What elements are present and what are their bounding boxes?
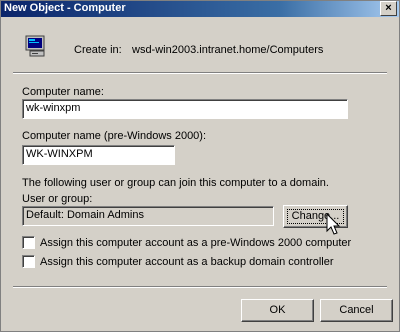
cancel-button[interactable]: Cancel (320, 299, 393, 322)
bdc-checkbox-label[interactable]: Assign this computer account as a backup… (40, 256, 334, 268)
mouse-cursor-icon (326, 213, 341, 235)
join-note: The following user or group can join thi… (22, 177, 329, 189)
user-group-label: User or group: (22, 193, 93, 205)
user-group-field: Default: Domain Admins (22, 206, 274, 226)
bdc-checkbox[interactable] (22, 255, 35, 268)
computer-icon (25, 35, 45, 57)
footer-divider (13, 286, 387, 288)
create-in-label: Create in: (74, 44, 122, 56)
title-bar[interactable]: New Object - Computer × (1, 1, 399, 17)
new-object-dialog: New Object - Computer × Create in: wsd-w… (0, 0, 400, 332)
pre2000-checkbox-label[interactable]: Assign this computer account as a pre-Wi… (40, 237, 351, 249)
pre2000-name-label: Computer name (pre-Windows 2000): (22, 130, 207, 142)
computer-name-input[interactable]: wk-winxpm (22, 99, 348, 119)
computer-name-label: Computer name: (22, 86, 104, 98)
header-divider (13, 72, 387, 74)
ok-button[interactable]: OK (241, 299, 314, 322)
close-button[interactable]: × (380, 1, 397, 16)
create-in-path: wsd-win2003.intranet.home/Computers (132, 44, 324, 56)
cancel-button-label: Cancel (339, 304, 374, 316)
pre2000-checkbox[interactable] (22, 236, 35, 249)
close-icon: × (385, 2, 392, 14)
window-title: New Object - Computer (4, 2, 126, 14)
ok-button-label: OK (269, 304, 286, 316)
pre2000-name-input[interactable]: WK-WINXPM (22, 145, 175, 165)
